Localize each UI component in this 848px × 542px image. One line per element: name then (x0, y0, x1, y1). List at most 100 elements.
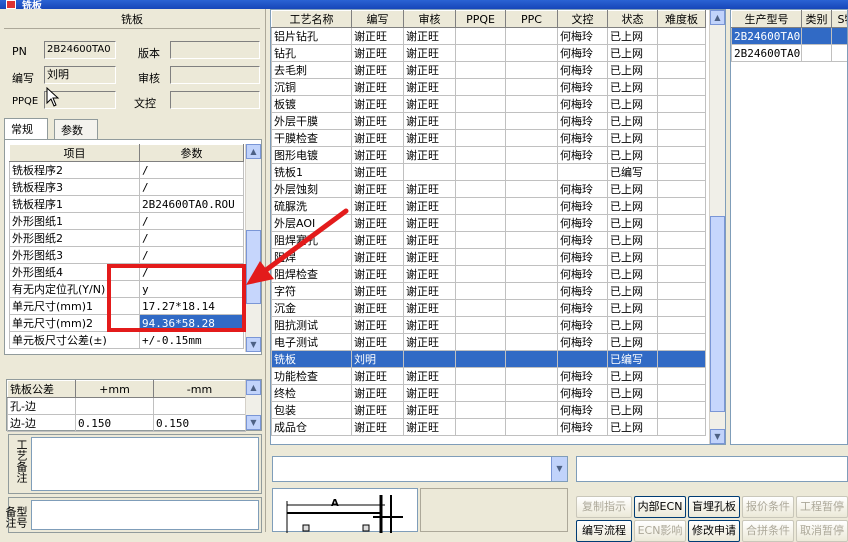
process-cell[interactable] (456, 164, 506, 181)
process-cell[interactable]: 铝片钻孔 (272, 28, 352, 45)
process-cell[interactable]: 已上网 (608, 385, 658, 402)
process-cell[interactable] (456, 147, 506, 164)
process-cell[interactable] (506, 28, 558, 45)
process-cell[interactable]: 何梅玲 (558, 147, 608, 164)
process-cell[interactable] (456, 266, 506, 283)
process-cell[interactable]: 谢正旺 (352, 215, 404, 232)
process-cell[interactable]: 何梅玲 (558, 283, 608, 300)
process-cell[interactable]: 谢正旺 (352, 232, 404, 249)
process-cell[interactable] (506, 419, 558, 436)
process-cell[interactable] (456, 215, 506, 232)
process-cell[interactable]: 谢正旺 (352, 62, 404, 79)
process-col-header[interactable]: 文控 (558, 11, 608, 28)
process-col-header[interactable]: 状态 (608, 11, 658, 28)
process-cell[interactable]: 谢正旺 (352, 402, 404, 419)
process-cell[interactable] (456, 402, 506, 419)
process-cell[interactable] (506, 147, 558, 164)
process-cell[interactable] (506, 181, 558, 198)
process-cell[interactable]: 谢正旺 (352, 164, 404, 181)
action-button[interactable]: 取消暂停 (796, 520, 848, 542)
process-cell[interactable] (658, 266, 706, 283)
process-cell[interactable]: 谢正旺 (352, 28, 404, 45)
param-value-cell[interactable]: / (140, 162, 244, 179)
scroll-down-icon[interactable]: ▼ (246, 415, 261, 430)
process-cell[interactable]: 何梅玲 (558, 402, 608, 419)
process-cell[interactable]: 何梅玲 (558, 198, 608, 215)
process-cell[interactable]: 已上网 (608, 198, 658, 215)
process-cell[interactable]: 何梅玲 (558, 334, 608, 351)
process-cell[interactable]: 已上网 (608, 419, 658, 436)
model-cell[interactable]: 2B24600TA0 (732, 45, 802, 62)
model-col-header[interactable]: 类别 (802, 11, 832, 28)
process-cell[interactable] (658, 419, 706, 436)
process-cell[interactable]: 谢正旺 (352, 334, 404, 351)
tolerance-row[interactable]: 边-边0.1500.150 (8, 415, 246, 432)
review-field[interactable] (170, 66, 260, 84)
process-cell[interactable] (658, 215, 706, 232)
model-cell[interactable] (832, 45, 848, 62)
process-cell[interactable] (456, 385, 506, 402)
action-button[interactable]: 合拼条件 (742, 520, 794, 542)
process-row[interactable]: 图形电镀谢正旺谢正旺何梅玲已上网 (272, 147, 706, 164)
tolerance-cell[interactable] (76, 398, 154, 415)
pn-field[interactable]: 2B24600TA0 (44, 41, 116, 59)
action-button[interactable]: 报价条件 (742, 496, 794, 518)
scroll-thumb[interactable] (710, 216, 725, 412)
process-cell[interactable] (456, 317, 506, 334)
process-cell[interactable] (456, 300, 506, 317)
process-cell[interactable]: 谢正旺 (404, 96, 456, 113)
process-cell[interactable]: 谢正旺 (404, 45, 456, 62)
process-cell[interactable] (456, 198, 506, 215)
process-cell[interactable]: 刘明 (352, 351, 404, 368)
process-row[interactable]: 成品仓谢正旺谢正旺何梅玲已上网 (272, 419, 706, 436)
process-cell[interactable]: 已上网 (608, 79, 658, 96)
model-cell[interactable] (802, 45, 832, 62)
process-cell[interactable]: 终检 (272, 385, 352, 402)
process-row[interactable]: 包装谢正旺谢正旺何梅玲已上网 (272, 402, 706, 419)
param-value-cell[interactable]: / (140, 230, 244, 247)
process-cell[interactable] (558, 164, 608, 181)
process-cell[interactable] (456, 79, 506, 96)
process-cell[interactable]: 何梅玲 (558, 113, 608, 130)
model-cell[interactable] (832, 28, 848, 45)
process-cell[interactable] (658, 62, 706, 79)
process-cell[interactable] (658, 28, 706, 45)
process-cell[interactable]: 谢正旺 (404, 147, 456, 164)
tolerance-row[interactable]: 孔-边 (8, 398, 246, 415)
process-row[interactable]: 终检谢正旺谢正旺何梅玲已上网 (272, 385, 706, 402)
process-cell[interactable] (506, 215, 558, 232)
process-cell[interactable]: 谢正旺 (352, 317, 404, 334)
process-cell[interactable] (456, 232, 506, 249)
process-cell[interactable]: 已上网 (608, 215, 658, 232)
process-cell[interactable] (658, 283, 706, 300)
process-cell[interactable] (658, 232, 706, 249)
process-cell[interactable]: 何梅玲 (558, 28, 608, 45)
process-cell[interactable]: 已上网 (608, 130, 658, 147)
process-cell[interactable] (506, 334, 558, 351)
process-cell[interactable] (506, 113, 558, 130)
process-row[interactable]: 沉金谢正旺谢正旺何梅玲已上网 (272, 300, 706, 317)
process-cell[interactable]: 去毛刺 (272, 62, 352, 79)
process-cell[interactable]: 谢正旺 (352, 198, 404, 215)
process-cell[interactable]: 何梅玲 (558, 45, 608, 62)
process-cell[interactable]: 何梅玲 (558, 317, 608, 334)
process-cell[interactable] (658, 317, 706, 334)
process-cell[interactable]: 已上网 (608, 249, 658, 266)
process-cell[interactable] (506, 79, 558, 96)
process-cell[interactable] (506, 130, 558, 147)
process-cell[interactable]: 已上网 (608, 368, 658, 385)
tol-col-plus[interactable]: +mm (76, 381, 154, 398)
param-row[interactable]: 铣板程序2/ (10, 162, 244, 179)
process-cell[interactable]: 已上网 (608, 300, 658, 317)
process-cell[interactable]: 谢正旺 (404, 232, 456, 249)
tolerance-cell[interactable]: 孔-边 (8, 398, 76, 415)
param-col-item[interactable]: 项目 (10, 145, 140, 162)
process-cell[interactable]: 谢正旺 (404, 130, 456, 147)
process-cell[interactable] (658, 385, 706, 402)
param-value-cell[interactable]: / (140, 179, 244, 196)
action-button[interactable]: 编写流程 (576, 520, 632, 542)
tab-parameters[interactable]: 参数 (54, 119, 98, 139)
process-cell[interactable]: 谢正旺 (404, 249, 456, 266)
param-item-cell[interactable]: 铣板程序1 (10, 196, 140, 213)
process-cell[interactable] (456, 283, 506, 300)
